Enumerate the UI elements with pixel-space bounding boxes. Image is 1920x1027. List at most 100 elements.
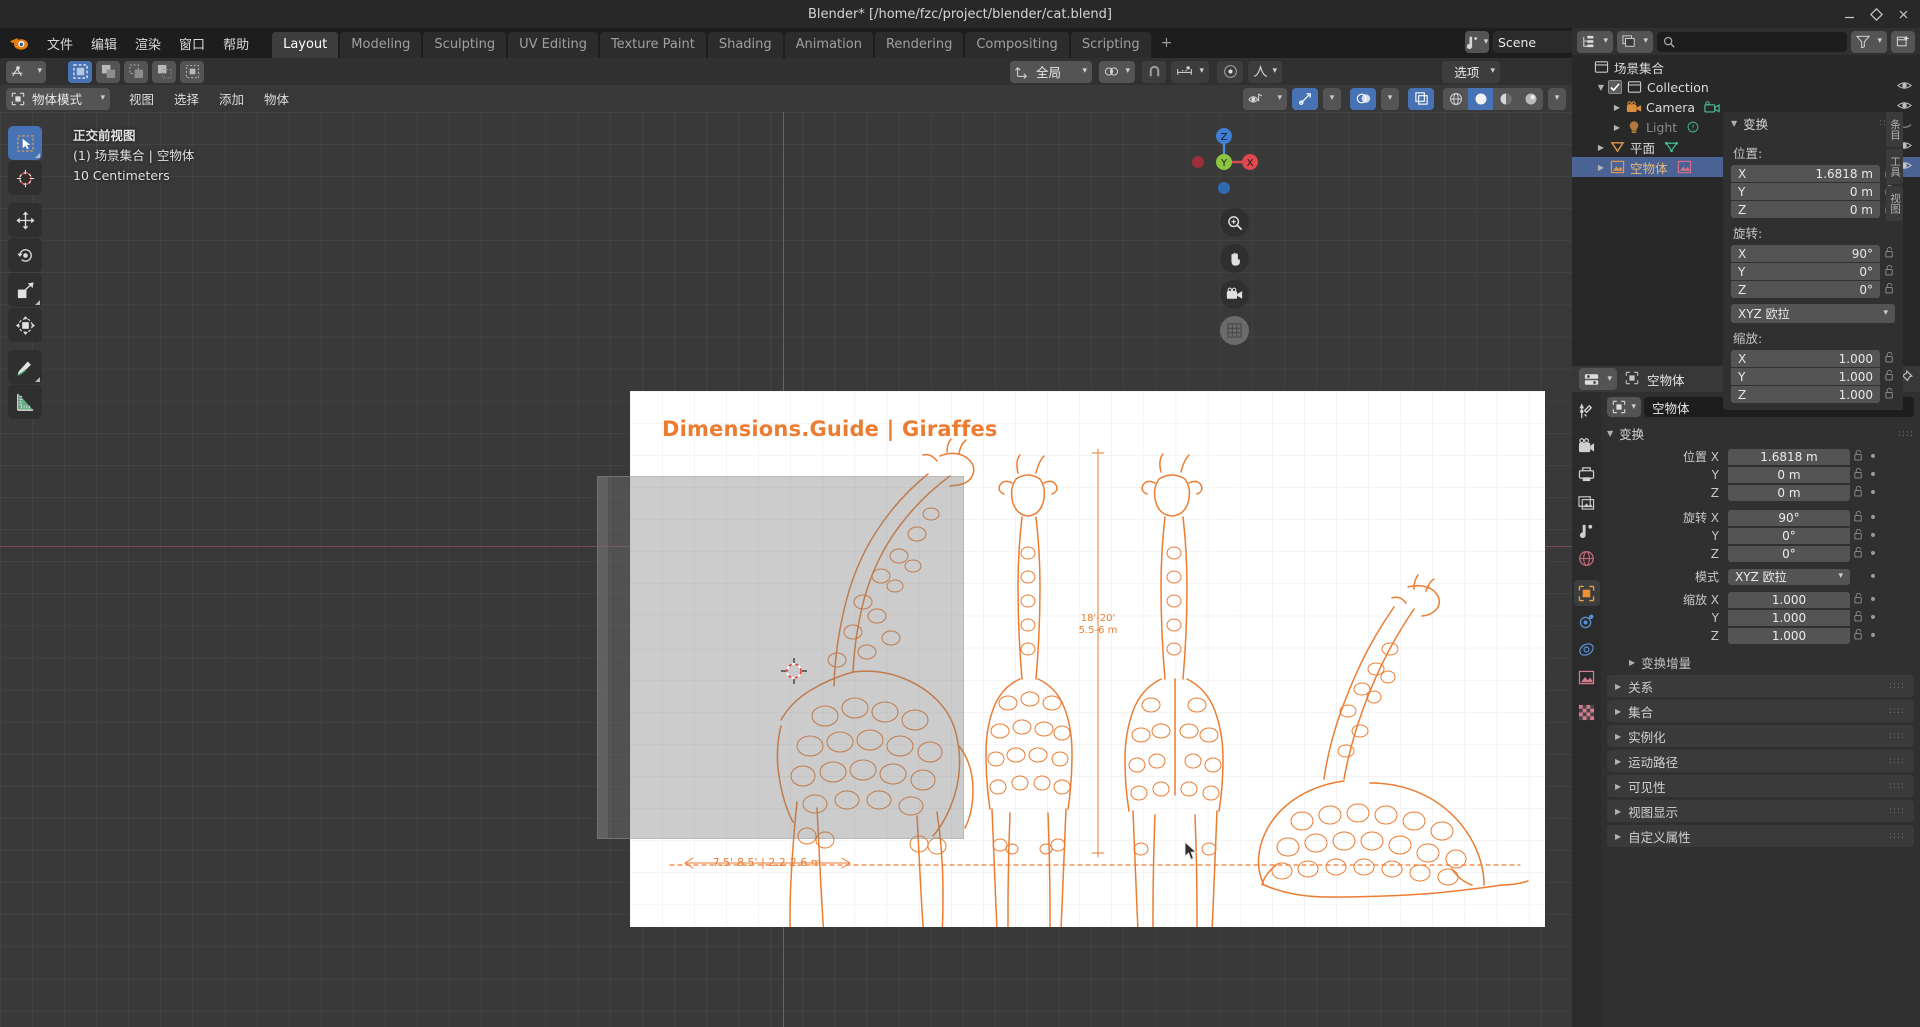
n-panel-location-z-field[interactable]: Z0 m: [1731, 201, 1880, 218]
xray-toggle-button[interactable]: [1408, 88, 1434, 110]
output-tab[interactable]: [1574, 461, 1600, 487]
lock-icon[interactable]: [1884, 282, 1895, 298]
section-triangle-icon[interactable]: ▶: [1615, 782, 1621, 791]
panel-drag-dots-icon[interactable]: ::::: [1898, 429, 1914, 439]
material-preview-shading-button[interactable]: [1493, 88, 1518, 110]
lock-icon[interactable]: [1853, 528, 1864, 544]
new-collection-button[interactable]: [1891, 31, 1915, 53]
object-id-type-icon[interactable]: ▾: [1607, 397, 1641, 417]
annotate-tool-button[interactable]: [8, 350, 42, 384]
n-panel-tab-1[interactable]: 工具: [1886, 149, 1903, 184]
expand-triangle-icon[interactable]: ▶: [1610, 123, 1624, 132]
outliner-display-mode-dropdown[interactable]: ▾: [1577, 31, 1613, 53]
properties-scale-field[interactable]: 1.000: [1728, 610, 1850, 626]
n-panel-location-y-field[interactable]: Y0 m: [1731, 183, 1880, 200]
section-triangle-icon[interactable]: ▶: [1615, 707, 1621, 716]
viewport-menu-3[interactable]: 物体: [255, 86, 298, 111]
properties-location-field[interactable]: 1.6818 m: [1728, 449, 1850, 465]
rotate-tool-button[interactable]: [8, 238, 42, 272]
scale-tool-button[interactable]: [8, 273, 42, 307]
object-data-tab[interactable]: [1574, 664, 1600, 690]
move-tool-button[interactable]: [8, 203, 42, 237]
tool-tab[interactable]: [1574, 398, 1600, 424]
light-data-icon[interactable]: [1686, 120, 1700, 134]
workspace-tab-texture-paint[interactable]: Texture Paint: [600, 32, 706, 58]
object-mode-dropdown[interactable]: 物体模式 ▾: [6, 88, 110, 110]
overlays-options-chevron-icon[interactable]: ▾: [1381, 88, 1399, 110]
properties-rotation-field[interactable]: 0°: [1728, 528, 1850, 544]
panel-drag-dots-icon[interactable]: ::::: [1889, 681, 1905, 691]
properties-section-3[interactable]: ▶运动路径::::: [1607, 750, 1914, 772]
empty-image-data-icon[interactable]: [1677, 160, 1692, 174]
menu-item-3[interactable]: 窗口: [170, 31, 214, 56]
select-subtract-button[interactable]: [124, 61, 148, 83]
properties-rotation-field[interactable]: 90°: [1728, 510, 1850, 526]
pivot-point-dropdown[interactable]: ▾: [1099, 61, 1135, 83]
n-panel-rotation-mode-dropdown[interactable]: XYZ 欧拉 ▾: [1731, 304, 1895, 323]
lock-icon[interactable]: [1853, 449, 1864, 465]
constraint-tab[interactable]: [1574, 636, 1600, 662]
overlays-toggle-button[interactable]: [1350, 88, 1376, 110]
gizmo-toggle-button[interactable]: [1292, 88, 1318, 110]
n-panel-tab-0[interactable]: 条目: [1886, 112, 1903, 147]
workspace-tab-uv-editing[interactable]: UV Editing: [508, 32, 598, 58]
n-panel-rotation-x-field[interactable]: X90°: [1731, 245, 1880, 262]
add-workspace-button[interactable]: +: [1153, 31, 1181, 55]
transform-tool-button[interactable]: [8, 308, 42, 342]
navigation-gizmo[interactable]: Z X Y: [1182, 120, 1266, 204]
tweak-tool-button[interactable]: [8, 126, 42, 160]
tool-options-dropdown[interactable]: 选项 ▾: [1442, 61, 1500, 83]
properties-section-4[interactable]: ▶可见性::::: [1607, 775, 1914, 797]
n-panel-scale-z-field[interactable]: Z1.000: [1731, 386, 1880, 403]
n-panel-transform-header[interactable]: ▼ 变换 ::::: [1723, 112, 1903, 134]
3d-viewport[interactable]: Dimensions.Guide | Giraffes: [0, 112, 1572, 1027]
object-tab[interactable]: [1574, 580, 1600, 606]
properties-section-0[interactable]: ▶关系::::: [1607, 675, 1914, 697]
lock-icon[interactable]: [1884, 264, 1895, 280]
minimize-icon[interactable]: [1843, 8, 1856, 21]
outliner-filter-id-dropdown[interactable]: ▾: [1617, 31, 1653, 53]
panel-drag-dots-icon[interactable]: ::::: [1889, 781, 1905, 791]
menu-item-0[interactable]: 文件: [38, 31, 82, 56]
modifier-tab[interactable]: [1574, 608, 1600, 634]
transform-collapse-triangle-icon[interactable]: ▼: [1607, 429, 1613, 438]
world-tab[interactable]: [1574, 545, 1600, 571]
section-triangle-icon[interactable]: ▶: [1615, 832, 1621, 841]
properties-location-field[interactable]: 0 m: [1728, 485, 1850, 501]
workspace-tab-layout[interactable]: Layout: [272, 32, 338, 58]
snap-to-dropdown[interactable]: ▾: [1171, 61, 1209, 83]
workspace-tab-rendering[interactable]: Rendering: [875, 32, 963, 58]
toggle-ortho-perspective-icon[interactable]: [1220, 316, 1249, 345]
transform-panel-header[interactable]: ▼ 变换 ::::: [1607, 423, 1914, 444]
rendered-shading-button[interactable]: [1518, 88, 1543, 110]
panel-drag-dots-icon[interactable]: ::::: [1889, 831, 1905, 841]
shading-options-chevron-icon[interactable]: ▾: [1548, 88, 1566, 110]
properties-section-2[interactable]: ▶实例化::::: [1607, 725, 1914, 747]
workspace-tab-animation[interactable]: Animation: [785, 32, 873, 58]
view-layer-tab[interactable]: [1574, 489, 1600, 515]
expand-triangle-icon[interactable]: ▶: [1594, 143, 1608, 152]
section-triangle-icon[interactable]: ▶: [1615, 682, 1621, 691]
menu-item-2[interactable]: 渲染: [126, 31, 170, 56]
collapse-triangle-icon[interactable]: ▼: [1731, 119, 1737, 128]
pan-hand-icon[interactable]: [1220, 244, 1249, 273]
delta-transform-triangle-icon[interactable]: ▶: [1629, 658, 1635, 667]
lock-icon[interactable]: [1884, 387, 1895, 403]
lock-icon[interactable]: [1853, 485, 1864, 501]
lock-icon[interactable]: [1853, 546, 1864, 562]
animate-property-dot[interactable]: •: [1867, 513, 1879, 523]
workspace-tab-compositing[interactable]: Compositing: [965, 32, 1069, 58]
workspace-tab-shading[interactable]: Shading: [708, 32, 783, 58]
n-panel-rotation-y-field[interactable]: Y0°: [1731, 263, 1880, 280]
animate-property-dot[interactable]: •: [1867, 488, 1879, 498]
camera-data-icon[interactable]: [1704, 101, 1720, 114]
lock-icon[interactable]: [1853, 467, 1864, 483]
animate-property-dot[interactable]: •: [1867, 572, 1879, 582]
viewport-menu-1[interactable]: 选择: [165, 86, 208, 111]
properties-editor-type-dropdown[interactable]: ▾: [1579, 368, 1617, 390]
scene-type-icon[interactable]: ▾: [1465, 31, 1489, 53]
maximize-icon[interactable]: [1870, 8, 1883, 21]
n-panel-tab-2[interactable]: 视图: [1886, 186, 1903, 221]
workspace-tab-sculpting[interactable]: Sculpting: [423, 32, 506, 58]
falloff-curve-dropdown[interactable]: ▾: [1248, 61, 1282, 83]
